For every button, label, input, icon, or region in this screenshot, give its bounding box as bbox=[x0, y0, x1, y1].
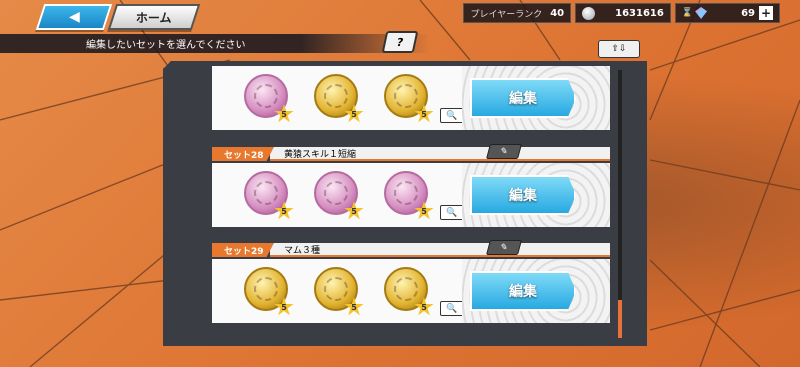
set-number: セット29 bbox=[224, 246, 264, 257]
gems-value: 69 bbox=[741, 7, 755, 19]
medal-face bbox=[394, 84, 418, 108]
set-name: マム３種 bbox=[284, 245, 321, 256]
medal-stars: 5 bbox=[421, 302, 427, 312]
set-list[interactable]: 5 5 5 🔍 編集 黄猿スキル１短縮 ✎ セット28 5 5 5 🔍 編集 マ… bbox=[212, 66, 610, 338]
coins-value: 1631616 bbox=[615, 7, 664, 19]
star-rank-icon: 5 bbox=[414, 104, 434, 123]
medal-slot[interactable]: 5 bbox=[314, 267, 364, 316]
set-name-bar: マム３種 ✎ bbox=[270, 240, 610, 257]
set-name: 黄猿スキル１短縮 bbox=[284, 149, 357, 160]
back-button[interactable]: ◀ bbox=[35, 4, 113, 30]
set-name-bar: 黄猿スキル１短縮 ✎ bbox=[270, 144, 610, 161]
star-rank-icon: 5 bbox=[344, 104, 364, 123]
instruction-text: 編集したいセットを選んでください bbox=[86, 40, 246, 51]
medal-face bbox=[394, 181, 418, 205]
player-rank-value: 40 bbox=[550, 7, 565, 19]
medal-slots: 5 5 5 🔍 bbox=[212, 259, 464, 323]
help-button[interactable]: ? bbox=[381, 31, 419, 53]
medal-face bbox=[394, 277, 418, 301]
medal-face bbox=[324, 84, 348, 108]
medal-slots: 5 5 5 🔍 bbox=[212, 163, 464, 227]
magnifier-icon: 🔍 bbox=[446, 110, 458, 121]
set-number-tag: セット29 bbox=[212, 243, 274, 257]
sort-button[interactable]: ⇧⇩ bbox=[598, 40, 640, 58]
sort-icon: ⇧⇩ bbox=[611, 44, 627, 54]
set-header: 黄猿スキル１短縮 ✎ セット28 bbox=[212, 144, 610, 161]
medal-slot[interactable]: 5 bbox=[384, 171, 434, 220]
edit-button-label: 編集 bbox=[509, 91, 537, 107]
medal-stars: 5 bbox=[281, 206, 287, 216]
coin-icon bbox=[582, 6, 596, 20]
home-button[interactable]: ホーム bbox=[107, 4, 201, 30]
status-bar: プレイヤーランク 40 1631616 ⌛ 69 + bbox=[463, 3, 780, 23]
gems-display: ⌛ 69 + bbox=[674, 3, 780, 23]
medal-stars: 5 bbox=[281, 109, 287, 119]
home-button-label: ホーム bbox=[136, 10, 172, 25]
magnifier-icon: 🔍 bbox=[446, 207, 458, 218]
star-rank-icon: 5 bbox=[344, 201, 364, 220]
medal-stars: 5 bbox=[351, 109, 357, 119]
medal-stars: 5 bbox=[351, 302, 357, 312]
medal-face bbox=[254, 181, 278, 205]
help-icon: ? bbox=[395, 35, 405, 49]
medal-stars: 5 bbox=[351, 206, 357, 216]
medal-slot[interactable]: 5 bbox=[314, 171, 364, 220]
edit-button[interactable]: 編集 bbox=[470, 78, 576, 118]
medal-stars: 5 bbox=[281, 302, 287, 312]
set-body: 5 5 5 🔍 編集 bbox=[212, 163, 610, 227]
edit-button[interactable]: 編集 bbox=[470, 175, 576, 215]
star-rank-icon: 5 bbox=[274, 297, 294, 316]
zoom-button[interactable]: 🔍 bbox=[440, 205, 464, 220]
rename-button[interactable]: ✎ bbox=[485, 240, 523, 255]
star-rank-icon: 5 bbox=[414, 201, 434, 220]
medal-slot[interactable]: 5 bbox=[244, 267, 294, 316]
zoom-button[interactable]: 🔍 bbox=[440, 108, 464, 123]
player-rank-label: プレイヤーランク bbox=[470, 9, 543, 20]
set-header: マム３種 ✎ セット29 bbox=[212, 240, 610, 257]
pencil-icon: ✎ bbox=[498, 242, 510, 253]
medal-slot[interactable]: 5 bbox=[314, 74, 364, 123]
medal-slot[interactable]: 5 bbox=[244, 74, 294, 123]
instruction-banner: 編集したいセットを選んでください bbox=[0, 34, 430, 53]
medal-stars: 5 bbox=[421, 206, 427, 216]
medal-face bbox=[324, 181, 348, 205]
edit-button[interactable]: 編集 bbox=[470, 271, 576, 311]
medal-face bbox=[254, 277, 278, 301]
set-body: 5 5 5 🔍 編集 bbox=[212, 259, 610, 323]
player-rank: プレイヤーランク 40 bbox=[463, 3, 572, 23]
rename-button[interactable]: ✎ bbox=[485, 144, 523, 159]
medal-slot[interactable]: 5 bbox=[384, 267, 434, 316]
medal-slot[interactable]: 5 bbox=[244, 171, 294, 220]
edit-button-label: 編集 bbox=[509, 284, 537, 300]
scrollbar-track[interactable] bbox=[618, 70, 622, 338]
medal-stars: 5 bbox=[421, 109, 427, 119]
hourglass-icon: ⌛ bbox=[681, 8, 694, 18]
star-rank-icon: 5 bbox=[274, 201, 294, 220]
medal-face bbox=[254, 84, 278, 108]
coins-display: 1631616 bbox=[575, 3, 671, 23]
set-number-tag: セット28 bbox=[212, 147, 274, 161]
medal-slots: 5 5 5 🔍 bbox=[212, 66, 464, 130]
medal-face bbox=[324, 277, 348, 301]
star-rank-icon: 5 bbox=[344, 297, 364, 316]
set-number: セット28 bbox=[224, 150, 264, 161]
edit-button-label: 編集 bbox=[509, 188, 537, 204]
pencil-icon: ✎ bbox=[498, 146, 510, 157]
left-arrow-icon: ◀ bbox=[68, 9, 80, 25]
medal-slot[interactable]: 5 bbox=[384, 74, 434, 123]
scrollbar-thumb[interactable] bbox=[618, 300, 622, 338]
star-rank-icon: 5 bbox=[274, 104, 294, 123]
add-gems-button[interactable]: + bbox=[759, 6, 773, 20]
set-body: 5 5 5 🔍 編集 bbox=[212, 66, 610, 130]
magnifier-icon: 🔍 bbox=[446, 303, 458, 314]
star-rank-icon: 5 bbox=[414, 297, 434, 316]
zoom-button[interactable]: 🔍 bbox=[440, 301, 464, 316]
gem-icon bbox=[695, 7, 708, 19]
